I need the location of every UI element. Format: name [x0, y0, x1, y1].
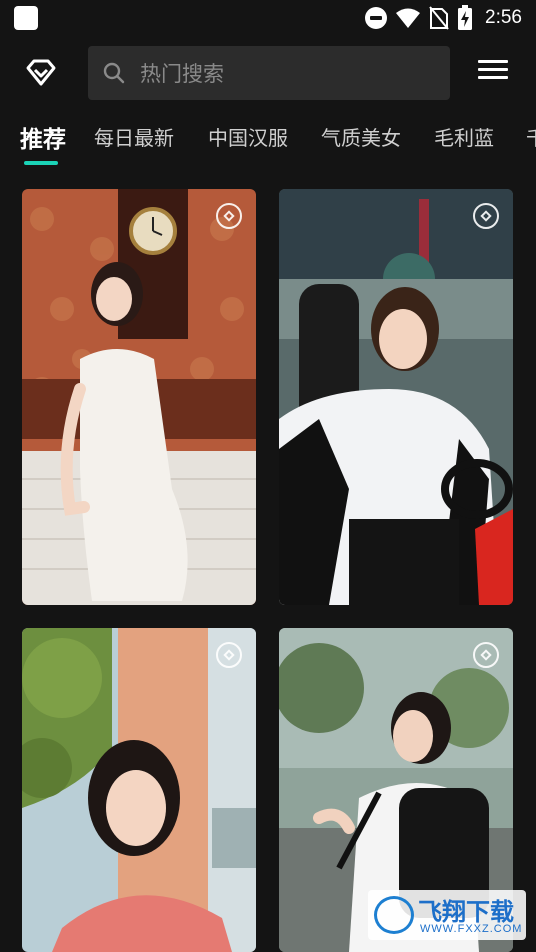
wallpaper-image	[22, 628, 256, 952]
tab-partial[interactable]: 千	[526, 122, 536, 151]
tab-hanfu[interactable]: 中国汉服	[208, 122, 288, 151]
wallpaper-image	[279, 189, 513, 605]
clock-time: 2:56	[485, 7, 522, 28]
watermark-text: 飞翔下载	[418, 898, 514, 926]
active-tab-indicator	[24, 161, 58, 165]
watermark: 飞翔下载 WWW.FXXZ.COM	[368, 890, 526, 940]
tab-recommended[interactable]: 推荐	[20, 120, 66, 154]
search-input[interactable]: 热门搜索	[140, 58, 224, 88]
wallpaper-card[interactable]	[22, 628, 256, 952]
search-bar[interactable]: 热门搜索	[88, 46, 450, 100]
top-bar: 热门搜索	[0, 44, 536, 104]
tab-elegant-beauty[interactable]: 气质美女	[321, 122, 401, 151]
diamond-badge-icon[interactable]	[216, 203, 242, 229]
diamond-logo-icon[interactable]	[22, 54, 60, 92]
diamond-badge-icon[interactable]	[473, 642, 499, 668]
hamburger-menu-icon[interactable]	[478, 56, 508, 86]
wifi-icon	[396, 8, 421, 28]
diamond-badge-icon[interactable]	[216, 642, 242, 668]
watermark-logo-icon	[374, 896, 414, 934]
diamond-badge-icon[interactable]	[473, 203, 499, 229]
tab-daily-latest[interactable]: 每日最新	[94, 122, 174, 151]
battery-charging-icon	[458, 5, 473, 30]
status-bar: 2:56	[0, 0, 536, 38]
dnd-icon	[365, 7, 388, 29]
wallpaper-card[interactable]	[22, 189, 256, 605]
wallpaper-card[interactable]	[279, 189, 513, 605]
no-sim-icon	[429, 6, 449, 30]
search-icon	[103, 62, 125, 84]
status-icons: 2:56	[365, 5, 522, 31]
tab-maori-blue[interactable]: 毛利蓝	[434, 122, 494, 151]
wallpaper-image	[22, 189, 256, 605]
app-icon	[14, 6, 38, 30]
category-tabs: 推荐 每日最新 中国汉服 气质美女 毛利蓝 千	[0, 118, 536, 168]
watermark-url: WWW.FXXZ.COM	[420, 923, 523, 935]
